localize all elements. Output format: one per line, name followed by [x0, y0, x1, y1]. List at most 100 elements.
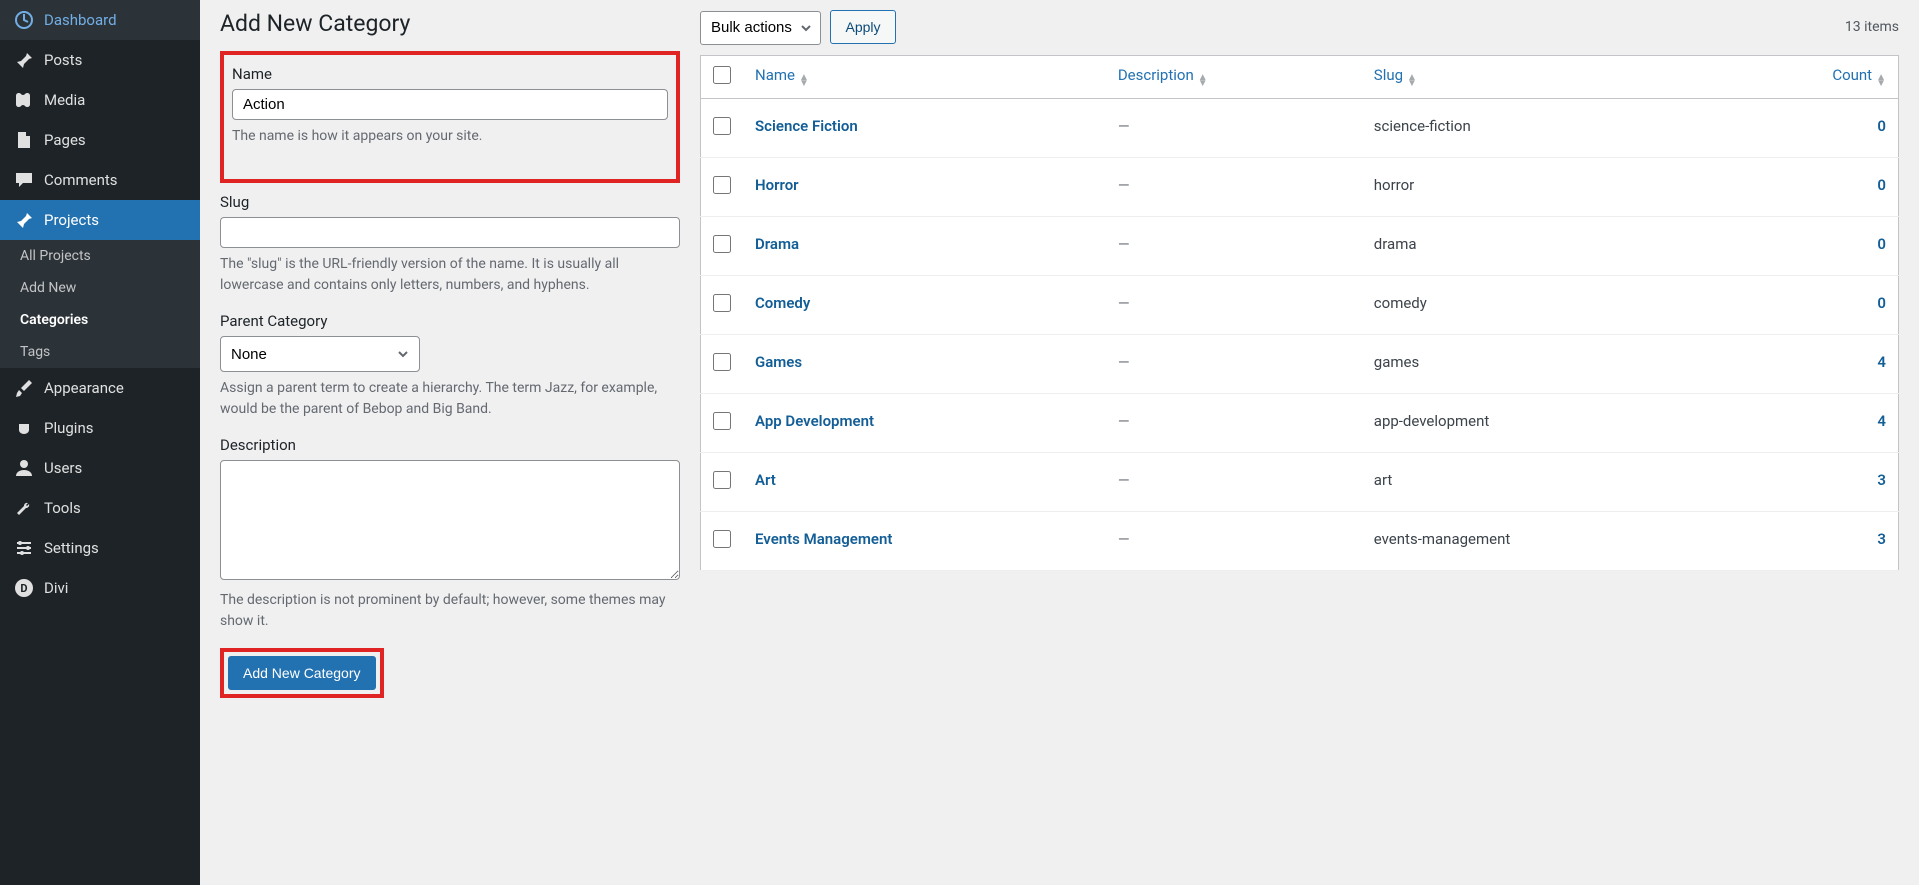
description-input[interactable]: [220, 460, 680, 580]
row-description: —: [1106, 216, 1362, 275]
table-row: App Development—app-development4: [701, 393, 1899, 452]
dashboard-icon: [14, 10, 34, 30]
count-link[interactable]: 0: [1877, 235, 1886, 253]
category-link[interactable]: Science Fiction: [755, 117, 858, 135]
menu-plugins[interactable]: Plugins: [0, 408, 200, 448]
row-checkbox[interactable]: [713, 294, 731, 312]
menu-label: Users: [44, 459, 82, 477]
parent-label: Parent Category: [220, 312, 680, 330]
menu-label: Plugins: [44, 419, 93, 437]
admin-sidebar: Dashboard Posts Media Pages Comments Pro…: [0, 0, 200, 885]
pin-icon: [14, 210, 34, 230]
parent-help: Assign a parent term to create a hierarc…: [220, 378, 680, 420]
category-link[interactable]: Drama: [755, 235, 799, 253]
pin-icon: [14, 50, 34, 70]
page-icon: [14, 130, 34, 150]
submenu-categories[interactable]: Categories: [0, 304, 200, 336]
row-checkbox[interactable]: [713, 117, 731, 135]
count-link[interactable]: 4: [1877, 353, 1886, 371]
submenu-tags[interactable]: Tags: [0, 336, 200, 368]
highlight-submit-button: Add New Category: [220, 648, 384, 698]
col-slug[interactable]: Slug▲▼: [1362, 55, 1723, 98]
row-description: —: [1106, 334, 1362, 393]
row-description: —: [1106, 511, 1362, 570]
comment-icon: [14, 170, 34, 190]
category-link[interactable]: App Development: [755, 412, 874, 430]
user-icon: [14, 458, 34, 478]
page-title: Add New Category: [220, 10, 680, 37]
row-checkbox[interactable]: [713, 235, 731, 253]
plug-icon: [14, 418, 34, 438]
menu-divi[interactable]: DDivi: [0, 568, 200, 608]
menu-projects[interactable]: Projects: [0, 200, 200, 240]
menu-dashboard[interactable]: Dashboard: [0, 0, 200, 40]
menu-comments[interactable]: Comments: [0, 160, 200, 200]
count-link[interactable]: 0: [1877, 117, 1886, 135]
menu-media[interactable]: Media: [0, 80, 200, 120]
brush-icon: [14, 378, 34, 398]
submenu-all-projects[interactable]: All Projects: [0, 240, 200, 272]
menu-label: Comments: [44, 171, 118, 189]
row-description: —: [1106, 393, 1362, 452]
table-row: Art—art3: [701, 452, 1899, 511]
slug-input[interactable]: [220, 217, 680, 248]
menu-appearance[interactable]: Appearance: [0, 368, 200, 408]
sort-icon: ▲▼: [799, 75, 809, 87]
row-checkbox[interactable]: [713, 530, 731, 548]
count-link[interactable]: 3: [1877, 530, 1886, 548]
table-panel: Bulk actions Apply 13 items Name▲▼ Descr…: [700, 10, 1899, 875]
menu-users[interactable]: Users: [0, 448, 200, 488]
category-link[interactable]: Horror: [755, 176, 799, 194]
count-link[interactable]: 0: [1877, 294, 1886, 312]
menu-posts[interactable]: Posts: [0, 40, 200, 80]
row-description: —: [1106, 98, 1362, 157]
menu-label: Posts: [44, 51, 82, 69]
submenu-add-new[interactable]: Add New: [0, 272, 200, 304]
categories-table: Name▲▼ Description▲▼ Slug▲▼ Count▲▼ Scie…: [700, 55, 1899, 571]
col-name[interactable]: Name▲▼: [743, 55, 1106, 98]
row-slug: art: [1362, 452, 1723, 511]
row-checkbox[interactable]: [713, 353, 731, 371]
add-category-button[interactable]: Add New Category: [228, 656, 376, 690]
col-count[interactable]: Count▲▼: [1723, 55, 1899, 98]
sort-icon: ▲▼: [1198, 75, 1208, 87]
menu-settings[interactable]: Settings: [0, 528, 200, 568]
row-slug: drama: [1362, 216, 1723, 275]
select-all-checkbox[interactable]: [713, 66, 731, 84]
menu-tools[interactable]: Tools: [0, 488, 200, 528]
menu-label: Projects: [44, 211, 99, 229]
bulk-actions-select[interactable]: Bulk actions: [700, 11, 821, 45]
submenu: All Projects Add New Categories Tags: [0, 240, 200, 368]
menu-label: Tools: [44, 499, 81, 517]
menu-label: Appearance: [44, 379, 124, 397]
col-description[interactable]: Description▲▼: [1106, 55, 1362, 98]
description-label: Description: [220, 436, 680, 454]
row-checkbox[interactable]: [713, 471, 731, 489]
parent-select[interactable]: None: [220, 336, 420, 372]
category-link[interactable]: Games: [755, 353, 802, 371]
count-link[interactable]: 3: [1877, 471, 1886, 489]
media-icon: [14, 90, 34, 110]
name-input[interactable]: [232, 89, 668, 120]
apply-button[interactable]: Apply: [830, 10, 895, 44]
category-link[interactable]: Comedy: [755, 294, 810, 312]
main-content: Add New Category Name The name is how it…: [200, 0, 1919, 885]
row-checkbox[interactable]: [713, 176, 731, 194]
sort-icon: ▲▼: [1407, 75, 1417, 87]
count-link[interactable]: 4: [1877, 412, 1886, 430]
description-help: The description is not prominent by defa…: [220, 590, 680, 632]
row-slug: horror: [1362, 157, 1723, 216]
name-help: The name is how it appears on your site.: [232, 126, 668, 147]
row-checkbox[interactable]: [713, 412, 731, 430]
menu-pages[interactable]: Pages: [0, 120, 200, 160]
highlight-name-field: Name The name is how it appears on your …: [220, 51, 680, 183]
svg-text:D: D: [20, 582, 27, 595]
count-link[interactable]: 0: [1877, 176, 1886, 194]
row-slug: comedy: [1362, 275, 1723, 334]
table-row: Comedy—comedy0: [701, 275, 1899, 334]
category-link[interactable]: Events Management: [755, 530, 892, 548]
sort-icon: ▲▼: [1876, 75, 1886, 87]
menu-label: Pages: [44, 131, 86, 149]
category-link[interactable]: Art: [755, 471, 776, 489]
table-row: Events Management—events-management3: [701, 511, 1899, 570]
